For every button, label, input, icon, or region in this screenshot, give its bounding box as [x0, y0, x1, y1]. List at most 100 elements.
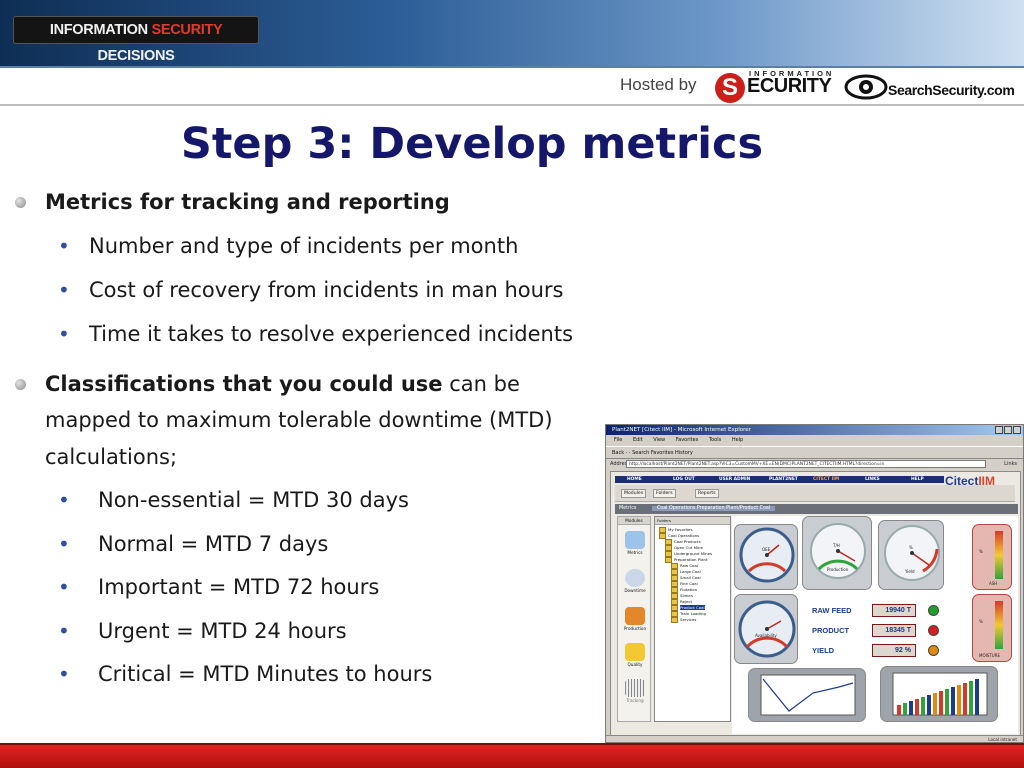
- bullet-icon: •: [58, 575, 70, 599]
- minimize-icon: [995, 426, 1003, 434]
- reports-button: Reports: [695, 489, 719, 498]
- product-status-lamp-icon: [928, 625, 939, 636]
- tree-item: Preparation Plant: [665, 557, 708, 563]
- bullet-dot-icon: [15, 197, 26, 208]
- tree-item: Slimes: [671, 593, 693, 599]
- sub-bullet-item: • Non-essential = MTD 30 days: [58, 488, 409, 512]
- menu-help: Help: [731, 437, 744, 443]
- modules-button: Modules: [621, 489, 647, 498]
- bullet-icon: •: [58, 662, 70, 686]
- bullet-dot-icon: [15, 379, 26, 390]
- menu-edit: Edit: [632, 437, 643, 443]
- close-icon: [1013, 426, 1021, 434]
- trend-chart: [748, 668, 866, 722]
- nav-plant2net: PLANT2NET: [769, 477, 798, 482]
- sponsor-strip: Hosted by INFORMATION S ECURITY SearchSe…: [0, 66, 1024, 106]
- nav-home: HOME: [627, 477, 642, 482]
- module-quality: Quality: [618, 643, 652, 667]
- dashboard-screenshot: Plant2NET [Citect IIM] - Microsoft Inter…: [605, 424, 1024, 743]
- module-tracking: Tracking: [618, 679, 652, 703]
- module-toolbar: Modules Folders Reports: [615, 485, 1015, 502]
- metrics-breadcrumb: Metrics Coal Operations Preparation Plan…: [615, 504, 1018, 514]
- tree-item: Underground Mines: [665, 551, 712, 557]
- bullet-icon: •: [58, 532, 70, 556]
- raw-feed-status-lamp-icon: [928, 605, 939, 616]
- tree-item: Small Coal: [671, 575, 701, 581]
- yield-label: YIELD: [812, 646, 835, 655]
- citect-nav-bar: HOME LOG OUT USER ADMIN PLANT2NET CITECT…: [615, 476, 944, 483]
- tree-item: Fine Coal: [671, 581, 698, 587]
- security-s-icon: S: [715, 73, 745, 103]
- bullet-continuation: calculations;: [45, 445, 178, 469]
- bullet-icon: •: [58, 278, 70, 302]
- yield-value: 92 %: [872, 644, 916, 657]
- ash-indicator: % ASH: [972, 524, 1012, 590]
- sub-bullet-item: • Critical = MTD Minutes to hours: [58, 662, 433, 686]
- bullet-icon: •: [58, 322, 70, 346]
- tree-item: Large Coal: [671, 569, 701, 575]
- availability-gauge: Availability: [734, 594, 798, 664]
- folders-button: Folders: [653, 489, 676, 498]
- tree-item: Coal Operations: [659, 533, 699, 539]
- modules-panel: Modules Metrics Downtime Production Qual…: [617, 516, 651, 722]
- sub-bullet-item: • Normal = MTD 7 days: [58, 532, 329, 556]
- product-value: 18345 T: [872, 624, 916, 637]
- eye-icon: [844, 74, 888, 100]
- moisture-indicator: % MOISTURE: [972, 594, 1012, 662]
- maximize-icon: [1004, 426, 1012, 434]
- production-icon: [625, 607, 645, 625]
- window-titlebar: Plant2NET [Citect IIM] - Microsoft Inter…: [606, 425, 1023, 435]
- module-metrics: Metrics: [618, 531, 652, 555]
- header-band: INFORMATION SECURITY DECISIONS: [0, 0, 1024, 66]
- yield-gauge: % Yield: [878, 520, 944, 590]
- product-label: PRODUCT: [812, 626, 850, 635]
- tree-item: Reject: [671, 599, 692, 605]
- bullet-icon: •: [58, 619, 70, 643]
- sub-bullet-item: • Cost of recovery from incidents in man…: [58, 278, 564, 302]
- bar-chart: [880, 666, 998, 722]
- hosted-by-label: Hosted by: [620, 75, 697, 94]
- nav-user-admin: USER ADMIN: [719, 477, 751, 482]
- folders-tree: Folders My Favorites Coal Operations Coa…: [654, 516, 731, 722]
- raw-feed-label: RAW FEED: [812, 606, 852, 615]
- address-bar: Address http://localhost/Plant2NET/Plant…: [610, 460, 1017, 468]
- metrics-icon: [625, 531, 645, 549]
- oee-gauge: OEE: [734, 524, 798, 590]
- tree-item: My Favorites: [659, 527, 692, 533]
- sub-bullet-item: • Number and type of incidents per month: [58, 234, 519, 258]
- yield-status-lamp-icon: [928, 645, 939, 656]
- menu-favorites: Favorites: [675, 437, 699, 443]
- bullet-continuation: mapped to maximum tolerable downtime (MT…: [45, 408, 553, 432]
- raw-feed-value: 19940 T: [872, 604, 916, 617]
- clock-icon: [625, 569, 645, 587]
- menu-bar: File Edit View Favorites Tools Help: [606, 435, 1023, 446]
- module-production: Production: [618, 607, 652, 631]
- sub-bullet-item: • Urgent = MTD 24 hours: [58, 619, 347, 643]
- bullet-item: Classifications that you could use can b…: [15, 372, 520, 396]
- metrics-dashboard: OEE T/H Production % Yield % ASH Availab…: [732, 516, 1018, 734]
- menu-view: View: [653, 437, 666, 443]
- slide-title: Step 3: Develop metrics: [180, 119, 764, 169]
- bullet-icon: •: [58, 234, 70, 258]
- information-security-logo: INFORMATION S ECURITY: [713, 69, 832, 103]
- searchsecurity-logo: SearchSecurity.com: [842, 70, 1017, 104]
- sub-bullet-item: • Time it takes to resolve experienced i…: [58, 322, 574, 346]
- production-gauge: T/H Production: [802, 516, 872, 590]
- bullet-icon: •: [58, 488, 70, 512]
- tree-item: Open Cut Mine: [665, 545, 703, 551]
- menu-file: File: [614, 437, 623, 443]
- barcode-icon: [625, 679, 645, 697]
- tree-item: Train Loading: [671, 611, 706, 617]
- browser-toolbar: Back · · Search Favorites History: [606, 446, 1023, 459]
- citect-page: HOME LOG OUT USER ADMIN PLANT2NET CITECT…: [610, 471, 1021, 737]
- tree-item: Flotation: [671, 587, 697, 593]
- quality-icon: [625, 643, 645, 661]
- menu-tools: Tools: [708, 437, 722, 443]
- nav-citect-iim: CITECT IIM: [813, 477, 840, 482]
- tree-item: Services: [671, 617, 696, 623]
- nav-logout: LOG OUT: [673, 477, 695, 482]
- address-field: http://localhost/Plant2NET/Plant2NET.asp…: [626, 460, 986, 468]
- tree-item: Coal Products: [665, 539, 701, 545]
- module-downtime: Downtime: [618, 569, 652, 593]
- nav-help: HELP: [911, 477, 924, 482]
